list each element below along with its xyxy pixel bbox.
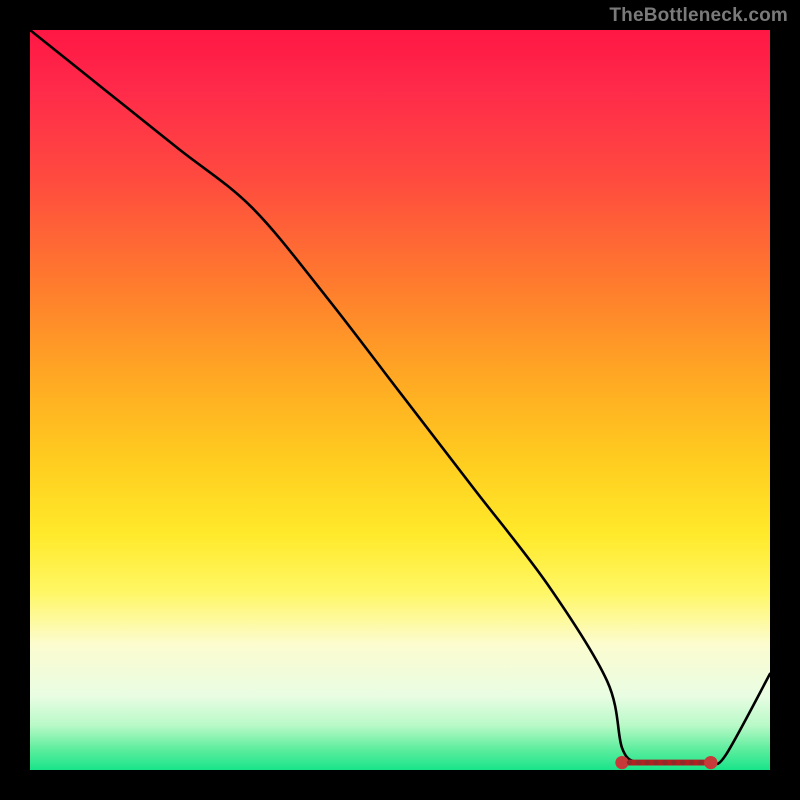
curve-line xyxy=(30,30,770,764)
flat-marker-dot xyxy=(689,760,694,765)
flat-marker-dot xyxy=(704,756,717,769)
flat-marker-dot xyxy=(627,760,632,765)
flat-marker-dot xyxy=(615,756,628,769)
flat-marker-dot xyxy=(645,760,650,765)
chart-stage: TheBottleneck.com xyxy=(0,0,800,800)
flat-marker-dot xyxy=(680,760,685,765)
flat-marker-dot xyxy=(653,760,658,765)
flat-marker-dot xyxy=(636,760,641,765)
flat-marker-dot xyxy=(671,760,676,765)
flat-markers xyxy=(615,756,717,769)
chart-svg xyxy=(30,30,770,770)
flat-marker-dot xyxy=(698,760,703,765)
flat-marker-dot xyxy=(662,760,667,765)
attribution-text: TheBottleneck.com xyxy=(609,6,788,25)
